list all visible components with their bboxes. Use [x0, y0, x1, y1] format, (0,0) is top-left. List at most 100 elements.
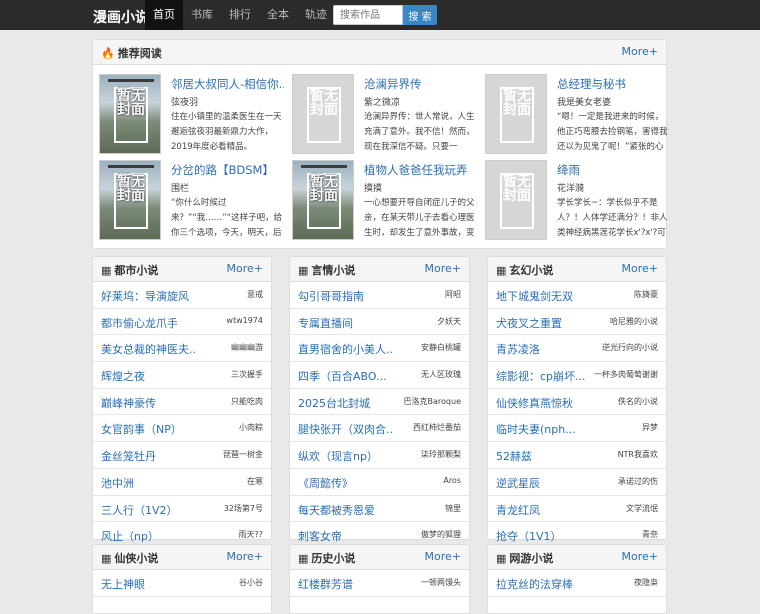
book-row[interactable]: 巅峰神豪传 只能吃肉: [93, 389, 271, 416]
book-row[interactable]: 红楼群芳谱 一顿两馒头: [290, 570, 469, 597]
book-row[interactable]: 直男宿舍的小美人... 安静白桃罐: [290, 335, 469, 363]
book-title[interactable]: 无上神眼: [101, 576, 145, 592]
book-row[interactable]: 纵欢（现言np） 柒玲那颗梨: [290, 442, 469, 469]
book-title[interactable]: 都市偷心龙爪手: [101, 315, 178, 331]
book-title[interactable]: 每天都被秀恩爱: [298, 502, 375, 518]
book-row[interactable]: 专属直播间 夕妖天: [290, 309, 469, 336]
book-title[interactable]: 腿快张开（双肉合...: [298, 421, 393, 437]
book-title[interactable]: 直男宿舍的小美人...: [298, 341, 393, 357]
book-title[interactable]: 仙侠修真燕惊秋: [496, 395, 573, 411]
book-title[interactable]: 池中洲: [101, 475, 134, 491]
book-title[interactable]: 四季（百合ABO...: [298, 368, 387, 384]
book-row[interactable]: 仙侠修真燕惊秋 佚名的小说: [488, 389, 666, 416]
book-row[interactable]: 拉克丝的法穿棒 夜隐枭: [488, 570, 666, 597]
category-title: 言情小说: [311, 264, 356, 277]
book-title[interactable]: 抢夺（1V1）: [496, 528, 562, 544]
book-title[interactable]: 勾引哥哥指南: [298, 288, 364, 304]
book-row[interactable]: 无上神眼 谷小谷: [93, 570, 271, 597]
book-row[interactable]: 2025台北封城 巴洛克Baroque: [290, 389, 469, 416]
book-cover[interactable]: 暂无封面: [292, 74, 354, 154]
book-title[interactable]: 分岔的路【BDSM】: [171, 162, 284, 178]
book-title[interactable]: 《周懿传》: [298, 475, 353, 491]
book-title[interactable]: 美女总裁的神医夫...: [101, 341, 196, 357]
nav-ranking[interactable]: 排行: [221, 0, 259, 30]
book-title[interactable]: 纵欢（现言np）: [298, 448, 378, 464]
category-more-link[interactable]: More+: [622, 262, 659, 275]
book-cover[interactable]: 暂无封面: [485, 160, 547, 240]
book-title[interactable]: 综影视：cp崩坏...: [496, 368, 586, 384]
book-title[interactable]: 2025台北封城: [298, 395, 370, 411]
recommend-item[interactable]: 暂无封面 邻居大叔同人-相信你... 弦夜羽 住在小镇里的温柔医生在一天邂逅弦夜…: [99, 74, 284, 154]
category-more-link[interactable]: More+: [425, 262, 462, 275]
book-title[interactable]: 临时夫妻(nph...: [496, 421, 576, 437]
category-more-link[interactable]: More+: [227, 550, 264, 563]
search-button[interactable]: 搜 索: [403, 5, 437, 25]
book-title[interactable]: 好莱坞：导演旋风: [101, 288, 189, 304]
search-input[interactable]: [333, 5, 403, 25]
category-more-link[interactable]: More+: [227, 262, 264, 275]
book-row[interactable]: 辉煌之夜 三次握手: [93, 362, 271, 389]
book-row[interactable]: 青苏凌洛 逆光行向的小说: [488, 335, 666, 363]
nav-history[interactable]: 轨迹: [297, 0, 335, 30]
book-title[interactable]: 红楼群芳谱: [298, 576, 353, 592]
book-row[interactable]: 池中洲 在寒: [93, 469, 271, 496]
book-author: 哈尼雅的小说: [610, 316, 658, 326]
book-title[interactable]: 邻居大叔同人-相信你...: [171, 76, 284, 92]
book-row[interactable]: 金丝笼牡丹 琵琶一树金: [93, 442, 271, 469]
book-title[interactable]: 专属直播间: [298, 315, 353, 331]
book-cover[interactable]: 暂无封面: [99, 160, 161, 240]
recommend-item[interactable]: 暂无封面 植物人爸爸任我玩弄 摸摸 一心想要开导自闭症儿子的父亲，在某天带儿子去…: [292, 160, 477, 240]
book-row[interactable]: 犬夜叉之重置 哈尼雅的小说: [488, 309, 666, 336]
book-row[interactable]: 临时夫妻(nph... 异梦: [488, 415, 666, 443]
book-row[interactable]: 青龙红凤 文学流氓: [488, 496, 666, 523]
nav-complete[interactable]: 全本: [259, 0, 297, 30]
book-row[interactable]: 勾引哥哥指南 阿昭: [290, 282, 469, 309]
book-title[interactable]: 刺客女帝: [298, 528, 342, 544]
book-title[interactable]: 地下城鬼剑无双: [496, 288, 573, 304]
book-title[interactable]: 拉克丝的法穿棒: [496, 576, 573, 592]
recommend-item[interactable]: 暂无封面 总经理与秘书 我是美女老婆 “嗯！一定是我进来的时候，他正巧弯腰去捡钢…: [485, 74, 670, 154]
book-cover[interactable]: 暂无封面: [99, 74, 161, 154]
book-title[interactable]: 三人行（1V2）: [101, 502, 178, 518]
book-title[interactable]: 辉煌之夜: [101, 368, 145, 384]
book-title[interactable]: 52赫兹: [496, 448, 532, 464]
book-row[interactable]: 四季（百合ABO... 无人区玫瑰: [290, 362, 469, 389]
recommend-item[interactable]: 暂无封面 沧澜异界传 紫之微凉 沧澜异界传：世人常说，人生充满了意外。我不信！然…: [292, 74, 477, 154]
book-title[interactable]: 金丝笼牡丹: [101, 448, 156, 464]
book-title[interactable]: 逆武星辰: [496, 475, 540, 491]
book-row[interactable]: 逆武星辰 承诺过的伤: [488, 469, 666, 496]
book-row[interactable]: 地下城鬼剑无双 陈旖豪: [488, 282, 666, 309]
book-row[interactable]: 三人行（1V2） 32场第7号: [93, 496, 271, 523]
book-row[interactable]: 52赫兹 NTR我喜欢: [488, 442, 666, 469]
book-row[interactable]: 都市偷心龙爪手 wtw1974: [93, 309, 271, 336]
book-row[interactable]: 每天都被秀恩爱 锦里: [290, 496, 469, 523]
book-cover[interactable]: 暂无封面: [292, 160, 354, 240]
book-author: 弦夜羽: [171, 98, 199, 108]
book-title[interactable]: 青苏凌洛: [496, 341, 540, 357]
recommend-item[interactable]: 暂无封面 绛雨 花洋漪 学长学长~：学长似乎不是人？！人体学还满分？！非人类神经…: [485, 160, 670, 240]
book-cover[interactable]: 暂无封面: [485, 74, 547, 154]
book-title[interactable]: 女官韵事（NP）: [101, 421, 182, 437]
category-more-link[interactable]: More+: [622, 550, 659, 563]
book-title[interactable]: 巅峰神豪传: [101, 395, 156, 411]
book-title[interactable]: 植物人爸爸任我玩弄: [364, 162, 477, 178]
book-title[interactable]: 风止（np）: [101, 528, 159, 544]
book-row[interactable]: 腿快张开（双肉合... 西红柿烂番茄: [290, 415, 469, 443]
nav-home[interactable]: 首页: [145, 0, 183, 30]
book-row[interactable]: 综影视：cp崩坏... 一杯多肉葡萄谢谢: [488, 362, 666, 389]
book-title[interactable]: 犬夜叉之重置: [496, 315, 562, 331]
recommend-item[interactable]: 暂无封面 分岔的路【BDSM】 围栏 “你什么时候过来？”“我……”“这样子吧，…: [99, 160, 284, 240]
book-title[interactable]: 总经理与秘书: [557, 76, 670, 92]
site-brand[interactable]: 漫画小说: [93, 7, 149, 27]
book-row[interactable]: 《周懿传》 Aros: [290, 469, 469, 496]
book-author: 夜隐枭: [634, 578, 658, 587]
book-title[interactable]: 绛雨: [557, 162, 670, 178]
book-title[interactable]: 沧澜异界传: [364, 76, 477, 92]
book-row[interactable]: 女官韵事（NP） 小肉粽: [93, 415, 271, 443]
book-row[interactable]: 美女总裁的神医夫... 幽幽幽游: [93, 335, 271, 363]
category-more-link[interactable]: More+: [425, 550, 462, 563]
book-title[interactable]: 青龙红凤: [496, 502, 540, 518]
book-row[interactable]: 好莱坞：导演旋风 意戒: [93, 282, 271, 309]
nav-library[interactable]: 书库: [183, 0, 221, 30]
recommend-more-link[interactable]: More+: [622, 45, 659, 58]
